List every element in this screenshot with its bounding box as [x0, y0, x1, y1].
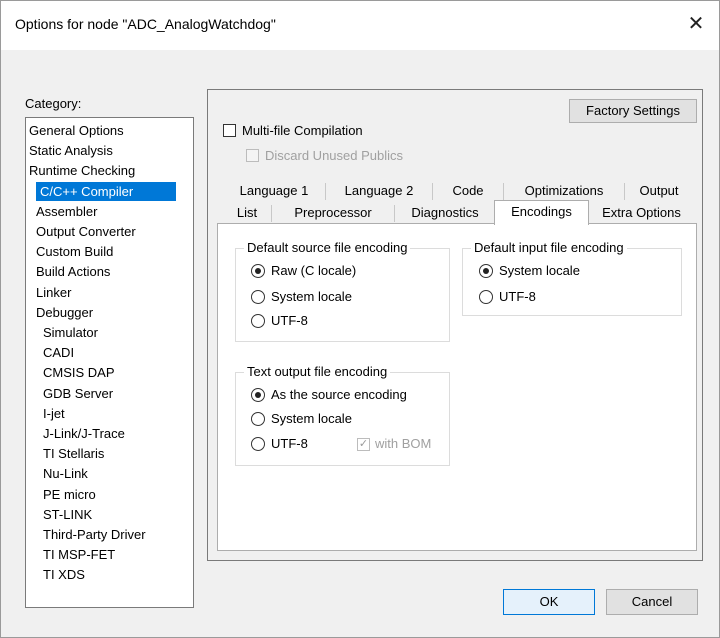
tab-optimizations[interactable]: Optimizations: [504, 181, 624, 202]
with-bom-label: with BOM: [375, 436, 432, 451]
category-item-runtime-checking[interactable]: Runtime Checking: [29, 161, 135, 180]
ok-button[interactable]: OK: [503, 589, 595, 615]
discard-unused-checkbox: [246, 149, 259, 162]
discard-unused-label: Discard Unused Publics: [265, 148, 404, 163]
src-system-locale-radio[interactable]: [251, 290, 265, 304]
category-label: Category:: [25, 96, 82, 111]
multi-file-checkbox[interactable]: [223, 124, 236, 137]
tab-code[interactable]: Code: [433, 181, 503, 202]
input-utf8-radio[interactable]: [479, 290, 493, 304]
category-item-j-link-j-trace[interactable]: J-Link/J-Trace: [43, 424, 125, 443]
category-item-c-c-compiler[interactable]: C/C++ Compiler: [36, 181, 176, 201]
cancel-button[interactable]: Cancel: [606, 589, 698, 615]
category-item-build-actions[interactable]: Build Actions: [36, 262, 110, 281]
category-item-nu-link[interactable]: Nu-Link: [43, 464, 88, 483]
category-item-cadi[interactable]: CADI: [43, 343, 74, 362]
options-dialog: Options for node "ADC_AnalogWatchdog" ✕ …: [0, 0, 720, 638]
tab-encodings[interactable]: Encodings: [494, 200, 589, 225]
factory-settings-button[interactable]: Factory Settings: [569, 99, 697, 123]
category-item-st-link[interactable]: ST-LINK: [43, 505, 92, 524]
src-raw-radio[interactable]: [251, 264, 265, 278]
category-item-static-analysis[interactable]: Static Analysis: [29, 141, 113, 160]
tab-language-1[interactable]: Language 1: [223, 181, 325, 202]
category-item-linker[interactable]: Linker: [36, 283, 71, 302]
category-item-gdb-server[interactable]: GDB Server: [43, 384, 113, 403]
out-source-label: As the source encoding: [271, 387, 407, 402]
category-item-ti-msp-fet[interactable]: TI MSP-FET: [43, 545, 115, 564]
category-list[interactable]: General Options Static Analysis Runtime Ch…: [25, 117, 194, 608]
multi-file-label: Multi-file Compilation: [242, 123, 363, 138]
out-source-radio[interactable]: [251, 388, 265, 402]
tab-extra-options[interactable]: Extra Options: [590, 203, 693, 224]
src-utf8-radio[interactable]: [251, 314, 265, 328]
tab-list[interactable]: List: [223, 203, 271, 224]
out-system-locale-radio[interactable]: [251, 412, 265, 426]
src-system-locale-label: System locale: [271, 289, 352, 304]
category-item-pe-micro[interactable]: PE micro: [43, 485, 96, 504]
tab-preprocessor[interactable]: Preprocessor: [272, 203, 394, 224]
category-item-simulator[interactable]: Simulator: [43, 323, 98, 342]
input-encoding-group: [462, 248, 682, 316]
out-utf8-radio[interactable]: [251, 437, 265, 451]
category-item-general-options[interactable]: General Options: [29, 121, 124, 140]
title-bar: Options for node "ADC_AnalogWatchdog" ✕: [1, 1, 719, 50]
category-item-ti-stellaris[interactable]: TI Stellaris: [43, 444, 104, 463]
category-item-ti-xds[interactable]: TI XDS: [43, 565, 85, 584]
out-system-locale-label: System locale: [271, 411, 352, 426]
dialog-title: Options for node "ADC_AnalogWatchdog": [15, 16, 276, 32]
out-utf8-label: UTF-8: [271, 436, 308, 451]
category-item-assembler[interactable]: Assembler: [36, 202, 97, 221]
category-item-custom-build[interactable]: Custom Build: [36, 242, 113, 261]
category-item-i-jet[interactable]: I-jet: [43, 404, 65, 423]
input-encoding-title: Default input file encoding: [471, 240, 627, 255]
category-item-debugger[interactable]: Debugger: [36, 303, 93, 322]
with-bom-checkbox: ✓: [357, 438, 370, 451]
category-item-third-party-driver[interactable]: Third-Party Driver: [43, 525, 146, 544]
src-raw-label: Raw (C locale): [271, 263, 357, 278]
src-utf8-label: UTF-8: [271, 313, 308, 328]
tab-diagnostics[interactable]: Diagnostics: [395, 203, 495, 224]
input-utf8-label: UTF-8: [499, 289, 536, 304]
output-encoding-title: Text output file encoding: [244, 364, 391, 379]
tab-language-2[interactable]: Language 2: [326, 181, 432, 202]
tab-output[interactable]: Output: [625, 181, 693, 202]
close-icon[interactable]: ✕: [673, 1, 719, 50]
source-encoding-title: Default source file encoding: [244, 240, 411, 255]
category-item-cmsis-dap[interactable]: CMSIS DAP: [43, 363, 115, 382]
category-item-output-converter[interactable]: Output Converter: [36, 222, 136, 241]
input-system-locale-label: System locale: [499, 263, 580, 278]
input-system-locale-radio[interactable]: [479, 264, 493, 278]
